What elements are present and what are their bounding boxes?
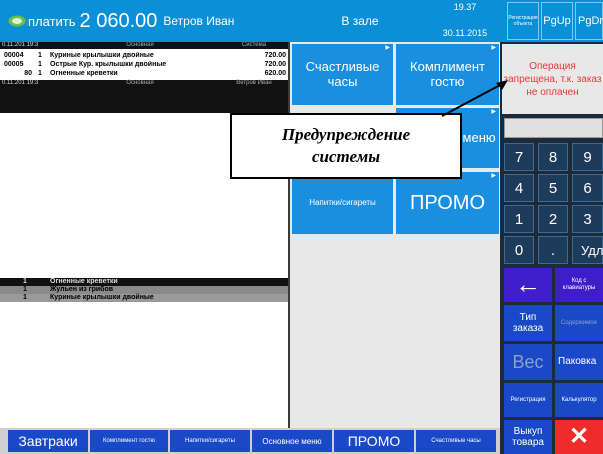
category-breakfasts[interactable]: Завтраки bbox=[8, 430, 88, 452]
category-main-menu[interactable]: Основное меню bbox=[252, 430, 332, 452]
order-panel[interactable]: 0.11.201 19:3 Основная Система 00004 1 К… bbox=[0, 42, 290, 428]
key-6[interactable]: 6 bbox=[572, 174, 603, 202]
category-happy-hours[interactable]: Счастливые часы bbox=[416, 430, 496, 452]
key-1[interactable]: 1 bbox=[504, 205, 534, 233]
recent-item[interactable]: 1 Жульен из грибов bbox=[0, 286, 288, 294]
order-header-bar: 0.11.201 19:3 Основная Система bbox=[0, 42, 288, 49]
submenu-arrow-icon: ▶ bbox=[491, 173, 496, 179]
order-row[interactable]: 00005 1 Острые Кур. крылышки двойные 720… bbox=[0, 61, 288, 69]
key-9[interactable]: 9 bbox=[572, 143, 603, 171]
waiter-name: Ветров Иван bbox=[163, 14, 235, 28]
close-icon: ✕ bbox=[568, 423, 590, 451]
callout-line-2: системы bbox=[311, 147, 381, 166]
clock-date: 30.11.2015 bbox=[442, 28, 488, 38]
logo-icon bbox=[8, 15, 26, 27]
buyout-button[interactable]: Выкуп товара bbox=[504, 420, 552, 454]
key-4[interactable]: 4 bbox=[504, 174, 534, 202]
key-5[interactable]: 5 bbox=[538, 174, 568, 202]
tile-promo[interactable]: ▶ ПРОМО bbox=[396, 172, 499, 234]
system-warning-callout: Предупреждение системы bbox=[230, 113, 462, 179]
order-subheader-bar: 0.11.201 19:3 Основная Ветров Иван bbox=[0, 80, 288, 87]
package-button[interactable]: Паковка bbox=[555, 344, 603, 380]
recent-item[interactable]: 1 Куриные крылышки двойные bbox=[0, 294, 288, 302]
registration-button[interactable]: Регистрация bbox=[504, 383, 552, 417]
key-0[interactable]: 0 bbox=[504, 236, 534, 264]
payment-summary[interactable]: платить 2 060.00 Ветров Иван bbox=[0, 0, 300, 42]
category-drinks[interactable]: Напитки/сигареты bbox=[170, 430, 250, 452]
object-registration-button[interactable]: Регистрация объекта bbox=[507, 2, 539, 40]
order-row[interactable]: 80 1 Огненные креветки 620.00 bbox=[0, 70, 288, 78]
order-type-button[interactable]: Тип заказа bbox=[504, 305, 552, 341]
submenu-arrow-icon: ▶ bbox=[385, 45, 390, 51]
order-total: 2 060.00 bbox=[79, 9, 158, 32]
tile-drinks[interactable]: ▶ Напитки/сигареты bbox=[292, 172, 393, 234]
back-button[interactable]: ← bbox=[504, 268, 552, 302]
calculator-button[interactable]: Калькулятор bbox=[555, 383, 603, 417]
contents-button[interactable]: Содержимое bbox=[555, 305, 603, 341]
hall-label: В зале bbox=[341, 14, 379, 28]
order-row[interactable]: 00004 1 Куриные крылышки двойные 720.00 bbox=[0, 52, 288, 60]
callout-pointer-arrow bbox=[441, 80, 508, 117]
key-delete[interactable]: Удл bbox=[572, 236, 603, 264]
arrow-left-icon: ← bbox=[515, 269, 541, 300]
key-dot[interactable]: . bbox=[538, 236, 568, 264]
key-7[interactable]: 7 bbox=[504, 143, 534, 171]
key-3[interactable]: 3 bbox=[572, 205, 603, 233]
numeric-input[interactable] bbox=[504, 118, 603, 138]
submenu-arrow-icon: ▶ bbox=[491, 45, 496, 51]
recent-item[interactable]: 1 Огненные креветки bbox=[0, 278, 288, 286]
selected-row-highlight bbox=[0, 87, 288, 113]
key-8[interactable]: 8 bbox=[538, 143, 568, 171]
page-up-button[interactable]: PgUp bbox=[541, 2, 573, 40]
warning-message: Операция запрещена, т.к. заказ не оплаче… bbox=[502, 44, 603, 114]
keyboard-code-button[interactable]: Код с клавиатуры bbox=[555, 268, 603, 302]
clock-time: 19.37 bbox=[453, 2, 477, 12]
category-promo[interactable]: ПРОМО bbox=[334, 430, 414, 452]
key-2[interactable]: 2 bbox=[538, 205, 568, 233]
callout-line-1: Предупреждение bbox=[281, 124, 411, 144]
close-button[interactable]: ✕ bbox=[555, 420, 603, 454]
category-compliment[interactable]: Комплимент гостю bbox=[90, 430, 168, 452]
weight-button[interactable]: Вес bbox=[504, 344, 552, 380]
pay-label: платить bbox=[28, 13, 76, 29]
page-down-button[interactable]: PgDn bbox=[575, 2, 603, 40]
tile-happy-hours[interactable]: ▶ Счастливые часы bbox=[292, 44, 393, 105]
